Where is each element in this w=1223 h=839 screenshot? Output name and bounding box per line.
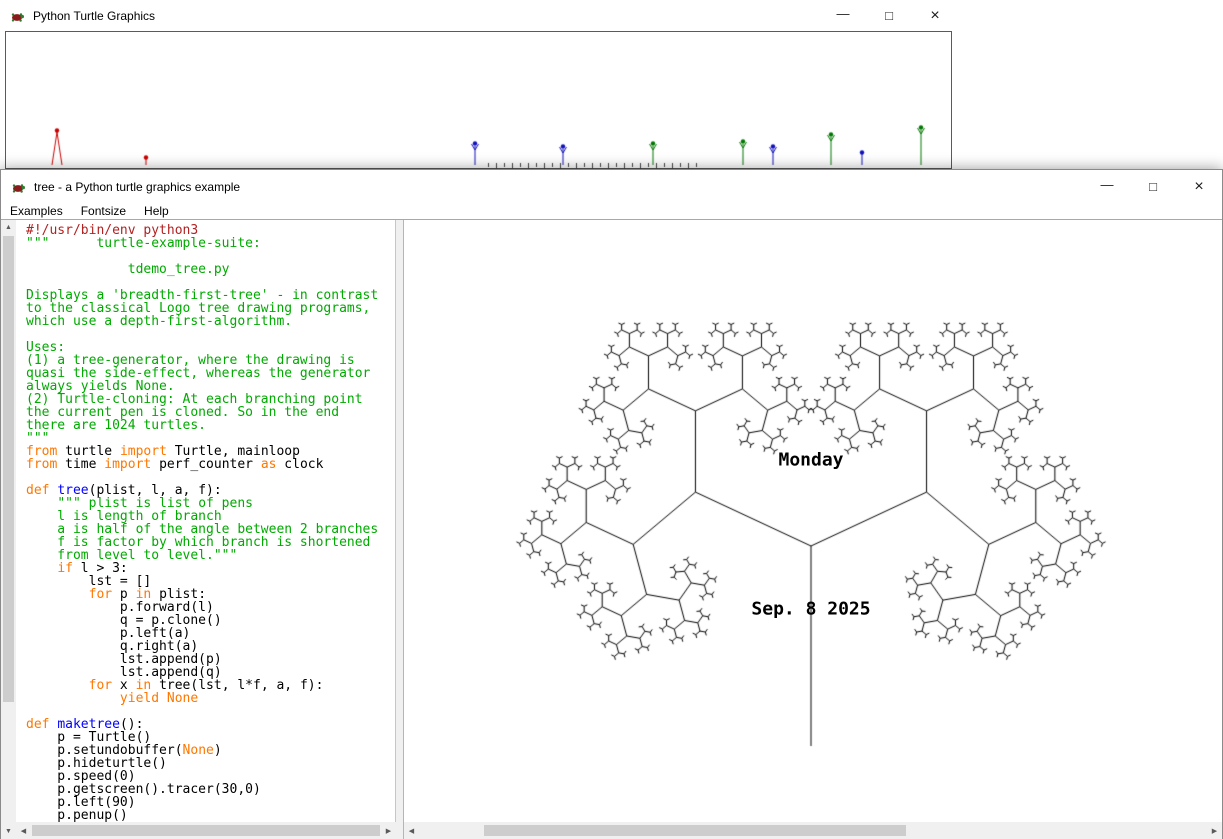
main-content: ▲ ▼ #!/usr/bin/env python3""" turtle-exa…: [1, 219, 1222, 839]
code-line: [26, 328, 395, 341]
menu-fontsize[interactable]: Fontsize: [72, 203, 135, 219]
maximize-button[interactable]: □: [866, 0, 912, 31]
graphics-pane: Monday Sep. 8 2025 ◀ ▶: [404, 220, 1222, 839]
bg-window-titlebar[interactable]: Python Turtle Graphics — □ ×: [0, 0, 958, 31]
code-horizontal-scrollbar[interactable]: ◀ ▶: [16, 822, 396, 839]
fg-window-controls: — □ ×: [1084, 170, 1222, 203]
code-line: from time import perf_counter as clock: [26, 458, 395, 471]
turtle-canvas: [404, 220, 1222, 822]
fg-window-titlebar[interactable]: tree - a Python turtle graphics example …: [1, 170, 1222, 203]
scroll-up-icon[interactable]: ▲: [1, 220, 16, 235]
bg-window-python-turtle-graphics: Python Turtle Graphics — □ ×: [0, 0, 958, 169]
bg-window-title: Python Turtle Graphics: [33, 9, 155, 23]
code-lines: #!/usr/bin/env python3""" turtle-example…: [26, 224, 395, 822]
code-line: """ turtle-example-suite:: [26, 237, 395, 250]
menu-bar: Examples Fontsize Help: [1, 203, 1222, 219]
bg-turtle-canvas: [0, 31, 958, 169]
scroll-left-icon[interactable]: ◀: [16, 823, 31, 838]
pane-divider: [396, 220, 404, 839]
scroll-down-icon[interactable]: ▼: [1, 824, 16, 839]
code-line: there are 1024 turtles.: [26, 419, 395, 432]
turtle-icon: [9, 8, 25, 24]
scroll-right-icon[interactable]: ▶: [381, 823, 396, 838]
code-view[interactable]: #!/usr/bin/env python3""" turtle-example…: [16, 220, 396, 822]
code-vertical-scrollbar[interactable]: ▲ ▼: [1, 220, 16, 839]
canvas-label: Sep. 8 2025: [751, 599, 870, 620]
fg-window-turtledemo: tree - a Python turtle graphics example …: [0, 169, 1223, 839]
scrollbar-thumb[interactable]: [32, 825, 380, 836]
menu-help[interactable]: Help: [135, 203, 178, 219]
canvas-label: Monday: [778, 450, 843, 471]
code-line: tdemo_tree.py: [26, 263, 395, 276]
bg-window-controls: — □ ×: [820, 0, 958, 31]
scrollbar-thumb[interactable]: [484, 825, 906, 836]
scroll-right-icon[interactable]: ▶: [1207, 823, 1222, 838]
scrollbar-thumb[interactable]: [3, 236, 14, 702]
turtle-graphics-view: Monday Sep. 8 2025: [404, 220, 1222, 822]
minimize-button[interactable]: —: [1084, 170, 1130, 203]
maximize-button[interactable]: □: [1130, 170, 1176, 203]
close-button[interactable]: ×: [1176, 170, 1222, 203]
turtle-icon: [10, 179, 26, 195]
canvas-horizontal-scrollbar[interactable]: ◀ ▶: [404, 822, 1222, 839]
fg-window-title: tree - a Python turtle graphics example: [34, 180, 240, 194]
menu-examples[interactable]: Examples: [1, 203, 72, 219]
desktop: { "scroll_glyphs": { "up": "▲", "down": …: [0, 0, 1223, 839]
scroll-left-icon[interactable]: ◀: [404, 823, 419, 838]
code-line: which use a depth-first-algorithm.: [26, 315, 395, 328]
code-pane: #!/usr/bin/env python3""" turtle-example…: [16, 220, 396, 839]
code-line: yield None: [26, 692, 395, 705]
close-button[interactable]: ×: [912, 0, 958, 31]
minimize-button[interactable]: —: [820, 0, 866, 31]
